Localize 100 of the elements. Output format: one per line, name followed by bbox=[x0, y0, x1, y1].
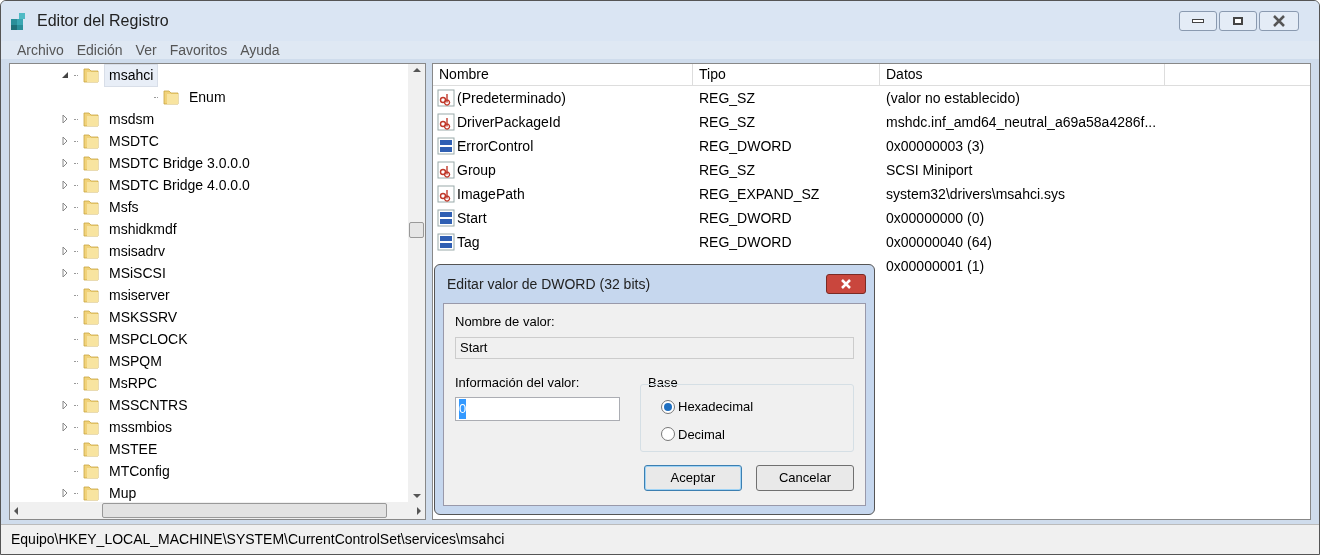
menu-item[interactable]: Archivo bbox=[17, 39, 64, 61]
tree-item[interactable]: MSDTC bbox=[104, 129, 164, 153]
folder-icon bbox=[82, 396, 100, 414]
folder-icon bbox=[82, 484, 100, 502]
tree-item[interactable]: MSKSSRV bbox=[104, 305, 183, 329]
folder-icon bbox=[82, 154, 100, 172]
string-value-icon bbox=[437, 161, 455, 179]
expand-arrow-icon[interactable] bbox=[60, 268, 70, 278]
table-cell-text: Group bbox=[457, 160, 496, 180]
binary-value-icon bbox=[437, 233, 455, 251]
dialog-button[interactable]: Cancelar bbox=[756, 465, 854, 491]
tree-item[interactable]: Mup bbox=[104, 481, 142, 502]
table-cell: 0x00000000 (0) bbox=[886, 209, 985, 226]
column-header[interactable]: Datos bbox=[880, 64, 1165, 85]
dialog-title: Editar valor de DWORD (32 bits) bbox=[447, 274, 651, 294]
table-cell-text: ImagePath bbox=[457, 184, 525, 204]
tree-item[interactable]: msahci bbox=[104, 64, 159, 87]
folder-icon bbox=[82, 198, 100, 216]
tree-item[interactable]: MSTEE bbox=[104, 437, 163, 461]
expanded-arrow-icon[interactable] bbox=[60, 70, 70, 80]
horizontal-scrollbar[interactable] bbox=[10, 502, 425, 519]
table-cell-text: ErrorControl bbox=[457, 136, 534, 156]
close-icon bbox=[840, 279, 852, 289]
tree-item[interactable]: Enum bbox=[184, 85, 231, 109]
menu-item[interactable]: Edición bbox=[76, 39, 123, 61]
folder-icon bbox=[162, 88, 180, 106]
table-cell: REG_SZ bbox=[699, 113, 755, 130]
tree-item[interactable]: MSPQM bbox=[104, 349, 167, 373]
tree-item[interactable]: MSPCLOCK bbox=[104, 327, 193, 351]
field-label: Nombre de valor: bbox=[455, 313, 556, 331]
value-name-field: Start bbox=[455, 336, 854, 359]
table-cell: REG_DWORD bbox=[699, 209, 792, 226]
folder-icon bbox=[82, 110, 100, 128]
expand-arrow-icon[interactable] bbox=[60, 488, 70, 498]
folder-icon bbox=[82, 66, 100, 84]
table-cell: mshdc.inf_amd64_neutral_a69a58a4286f... bbox=[886, 113, 1157, 130]
field-label: Información del valor: bbox=[455, 373, 581, 392]
expand-arrow-icon[interactable] bbox=[60, 246, 70, 256]
tree-item[interactable]: MSDTC Bridge 3.0.0.0 bbox=[104, 151, 255, 175]
tree-item[interactable]: msdsm bbox=[104, 107, 160, 131]
close-button[interactable] bbox=[1259, 11, 1299, 31]
folder-icon bbox=[82, 132, 100, 150]
folder-icon bbox=[82, 462, 100, 480]
table-cell-text: DriverPackageId bbox=[457, 112, 561, 132]
table-cell-text: Tag bbox=[457, 232, 480, 252]
folder-icon bbox=[82, 176, 100, 194]
expand-arrow-icon[interactable] bbox=[60, 202, 70, 212]
string-value-icon bbox=[437, 185, 455, 203]
folder-icon bbox=[82, 308, 100, 326]
folder-icon bbox=[82, 264, 100, 282]
vertical-scrollbar[interactable] bbox=[408, 64, 425, 502]
radio-button[interactable] bbox=[661, 399, 675, 414]
window-title: Editor del Registro bbox=[37, 11, 169, 31]
tree-item[interactable]: MTConfig bbox=[104, 459, 175, 483]
close-button[interactable] bbox=[826, 274, 866, 294]
expand-arrow-icon[interactable] bbox=[60, 158, 70, 168]
column-header[interactable]: Nombre bbox=[433, 64, 693, 85]
expand-arrow-icon[interactable] bbox=[60, 400, 70, 410]
radio-label[interactable]: Hexadecimal bbox=[678, 397, 754, 417]
menu-item[interactable]: Ayuda bbox=[240, 39, 280, 61]
expand-arrow-icon[interactable] bbox=[60, 114, 70, 124]
table-cell: 0x00000003 (3) bbox=[886, 137, 985, 154]
tree-item[interactable]: MSiSCSI bbox=[104, 261, 171, 285]
tree-item[interactable]: Msfs bbox=[104, 195, 144, 219]
folder-icon bbox=[82, 220, 100, 238]
table-cell-text: (Predeterminado) bbox=[457, 88, 566, 108]
binary-value-icon bbox=[437, 137, 455, 155]
tree-item[interactable]: mssmbios bbox=[104, 415, 177, 439]
radio-button[interactable] bbox=[661, 427, 675, 442]
binary-value-icon bbox=[437, 209, 455, 227]
tree-item[interactable]: msisadrv bbox=[104, 239, 170, 263]
table-cell: REG_EXPAND_SZ bbox=[699, 185, 820, 202]
folder-icon bbox=[82, 330, 100, 348]
dialog-button[interactable]: Aceptar bbox=[644, 465, 742, 491]
table-cell: REG_DWORD bbox=[699, 137, 792, 154]
menu-item[interactable]: Favoritos bbox=[169, 39, 228, 61]
folder-icon bbox=[82, 440, 100, 458]
tree-item[interactable]: MsRPC bbox=[104, 371, 163, 395]
menu-item[interactable]: Ver bbox=[135, 39, 157, 61]
minimize-button[interactable] bbox=[1179, 11, 1217, 31]
folder-icon bbox=[82, 242, 100, 260]
radio-label[interactable]: Decimal bbox=[678, 424, 725, 444]
expand-arrow-icon[interactable] bbox=[60, 180, 70, 190]
table-cell: REG_SZ bbox=[699, 161, 755, 178]
string-value-icon bbox=[437, 113, 455, 131]
column-header[interactable]: Tipo bbox=[693, 64, 880, 85]
folder-icon bbox=[82, 352, 100, 370]
tree-item[interactable]: msiserver bbox=[104, 283, 175, 307]
table-cell: 0x00000001 (1) bbox=[886, 257, 985, 274]
tree-item[interactable]: MSDTC Bridge 4.0.0.0 bbox=[104, 173, 255, 197]
table-cell: SCSI Miniport bbox=[886, 161, 973, 178]
maximize-button[interactable] bbox=[1219, 11, 1257, 31]
table-cell: REG_SZ bbox=[699, 89, 755, 106]
expand-arrow-icon[interactable] bbox=[60, 422, 70, 432]
tree-item[interactable]: MSSCNTRS bbox=[104, 393, 193, 417]
expand-arrow-icon[interactable] bbox=[60, 136, 70, 146]
table-cell: REG_DWORD bbox=[699, 233, 792, 250]
folder-icon bbox=[82, 374, 100, 392]
tree-item[interactable]: mshidkmdf bbox=[104, 217, 182, 241]
folder-icon bbox=[82, 286, 100, 304]
